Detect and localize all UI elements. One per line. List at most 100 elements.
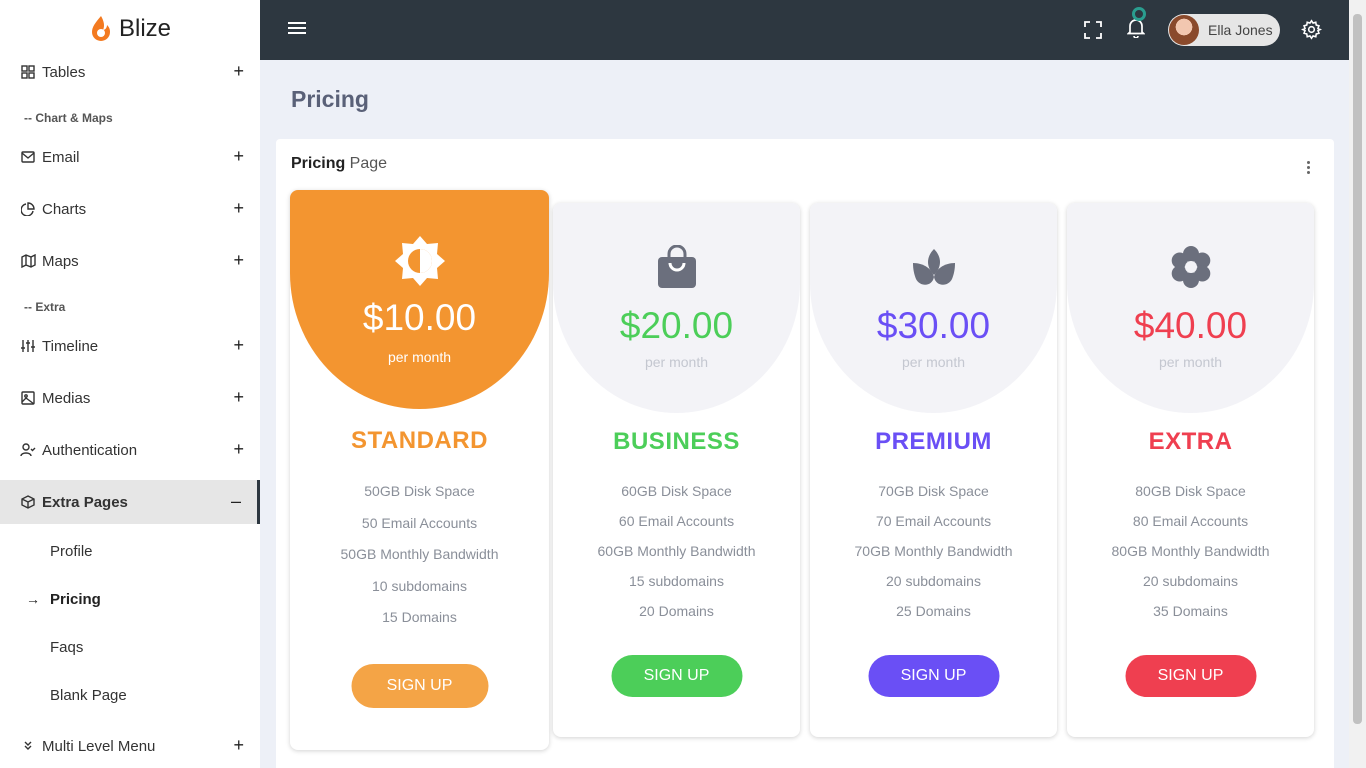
more-options-icon[interactable] — [1307, 161, 1311, 176]
plan-name: PREMIUM — [875, 428, 992, 455]
expand-icon[interactable]: + — [233, 387, 244, 408]
plan-price: $10.00 — [362, 297, 477, 338]
user-check-icon — [20, 442, 36, 458]
plan-feature: 20 Domains — [639, 603, 714, 619]
sidebar-subitem-profile[interactable]: Profile — [50, 543, 93, 560]
plan-name: STANDARD — [351, 427, 488, 454]
plan-feature: 60 Email Accounts — [618, 513, 735, 529]
plan-feature: 50GB Disk Space — [364, 483, 475, 499]
expand-icon[interactable]: + — [233, 61, 244, 82]
sidebar-item-authentication[interactable]: Authentication + — [0, 428, 260, 472]
sidebar-item-label: Authentication — [42, 441, 138, 459]
page-title: Pricing — [291, 86, 369, 112]
sidebar-item-email[interactable]: Email + — [0, 135, 260, 179]
sidebar-item-label: Maps — [42, 252, 79, 270]
gear-icon[interactable] — [1301, 19, 1322, 40]
mail-icon — [20, 149, 36, 165]
topbar: Ella Jones — [260, 0, 1349, 60]
flower-icon — [1171, 246, 1210, 288]
sidebar-item-label: Tables — [42, 63, 86, 81]
plan-feature: 25 Domains — [896, 603, 971, 619]
plan-period: per month — [644, 354, 709, 370]
card-title-bold: Pricing — [291, 155, 346, 172]
arrow-right-icon: → — [26, 591, 40, 607]
plan-feature: 20 subdomains — [886, 573, 981, 589]
plan-feature: 70GB Monthly Bandwidth — [854, 543, 1013, 559]
plan-price: $40.00 — [1133, 305, 1248, 346]
plan-card-extra: $40.00 per month EXTRA 80GB Disk Space 8… — [1067, 203, 1314, 737]
sidebar-subitem-blank-page[interactable]: Blank Page — [50, 687, 127, 704]
plan-feature: 50GB Monthly Bandwidth — [340, 546, 499, 562]
plan-feature: 10 subdomains — [372, 578, 467, 594]
sidebar-section-label: -- Chart & Maps — [24, 111, 113, 125]
plan-card-premium: $30.00 per month PREMIUM 70GB Disk Space… — [810, 203, 1057, 737]
sidebar-item-label: Extra Pages — [42, 493, 128, 511]
plan-feature: 60GB Monthly Bandwidth — [597, 543, 756, 559]
sidebar-item-multi-level-menu[interactable]: Multi Level Menu + — [0, 724, 260, 768]
user-menu[interactable]: Ella Jones — [1168, 14, 1280, 46]
sidebar-subitem-faqs[interactable]: Faqs — [50, 639, 83, 656]
plan-feature: 80GB Disk Space — [1135, 483, 1246, 499]
fullscreen-icon[interactable] — [1084, 21, 1102, 39]
plan-name: EXTRA — [1148, 428, 1233, 455]
plan-period: per month — [901, 354, 966, 370]
sidebar: Blize Tables + -- Chart & Maps Email + C… — [0, 0, 260, 768]
brightness-icon — [394, 236, 445, 286]
sidebar-item-maps[interactable]: Maps + — [0, 239, 260, 283]
sidebar-item-timeline[interactable]: Timeline + — [0, 324, 260, 368]
shopping-bag-icon — [657, 245, 696, 288]
plan-period: per month — [387, 349, 452, 365]
expand-icon[interactable]: + — [233, 735, 244, 756]
expand-icon[interactable]: + — [233, 198, 244, 219]
lotus-icon — [912, 249, 955, 285]
sidebar-item-tables[interactable]: Tables + — [0, 50, 260, 94]
sidebar-item-label: Timeline — [42, 337, 99, 355]
sidebar-section-label: -- Extra — [24, 300, 66, 314]
expand-icon[interactable]: + — [233, 335, 244, 356]
plan-feature: 50 Email Accounts — [361, 515, 478, 531]
sidebar-item-label: Medias — [42, 389, 91, 407]
plan-feature: 80GB Monthly Bandwidth — [1111, 543, 1270, 559]
plan-feature: 60GB Disk Space — [621, 483, 732, 499]
sign-up-button[interactable]: SIGN UP — [351, 664, 488, 708]
plan-period: per month — [1158, 354, 1223, 370]
sidebar-item-label: Email — [42, 148, 80, 166]
pie-chart-icon — [20, 201, 36, 217]
plan-price: $20.00 — [619, 305, 734, 346]
sidebar-subitem-pricing[interactable]: Pricing — [50, 591, 101, 608]
scrollbar-thumb[interactable] — [1353, 14, 1362, 724]
plan-feature: 15 Domains — [382, 609, 457, 625]
bell-icon[interactable] — [1127, 18, 1145, 38]
plan-price: $30.00 — [876, 305, 991, 346]
card-title: Pricing Page — [291, 155, 387, 173]
card-title-rest: Page — [345, 155, 388, 172]
chevrons-down-icon — [20, 738, 36, 754]
plan-feature: 20 subdomains — [1143, 573, 1238, 589]
image-icon — [20, 390, 36, 406]
sidebar-item-label: Charts — [42, 200, 87, 218]
sign-up-button[interactable]: SIGN UP — [868, 655, 999, 697]
avatar — [1169, 15, 1199, 45]
collapse-icon[interactable]: – — [231, 491, 241, 512]
plan-feature: 70 Email Accounts — [875, 513, 992, 529]
brand-name: Blize — [118, 15, 172, 42]
notification-dot — [1132, 7, 1146, 21]
sidebar-item-extra-pages[interactable]: Extra Pages – — [0, 480, 260, 524]
plan-card-business: $20.00 per month BUSINESS 60GB Disk Spac… — [553, 203, 800, 737]
plan-feature: 15 subdomains — [629, 573, 724, 589]
plan-feature: 80 Email Accounts — [1132, 513, 1249, 529]
scrollbar[interactable] — [1349, 0, 1366, 768]
map-icon — [20, 253, 36, 269]
expand-icon[interactable]: + — [233, 250, 244, 271]
sign-up-button[interactable]: SIGN UP — [1125, 655, 1256, 697]
sliders-icon — [20, 338, 36, 354]
plan-feature: 70GB Disk Space — [878, 483, 989, 499]
sidebar-item-medias[interactable]: Medias + — [0, 376, 260, 420]
sign-up-button[interactable]: SIGN UP — [611, 655, 742, 697]
plan-name: BUSINESS — [613, 428, 740, 455]
expand-icon[interactable]: + — [233, 439, 244, 460]
sidebar-item-charts[interactable]: Charts + — [0, 187, 260, 231]
plan-card-standard: $10.00 per month STANDARD 50GB Disk Spac… — [290, 190, 549, 750]
menu-icon[interactable] — [288, 22, 306, 36]
expand-icon[interactable]: + — [233, 146, 244, 167]
